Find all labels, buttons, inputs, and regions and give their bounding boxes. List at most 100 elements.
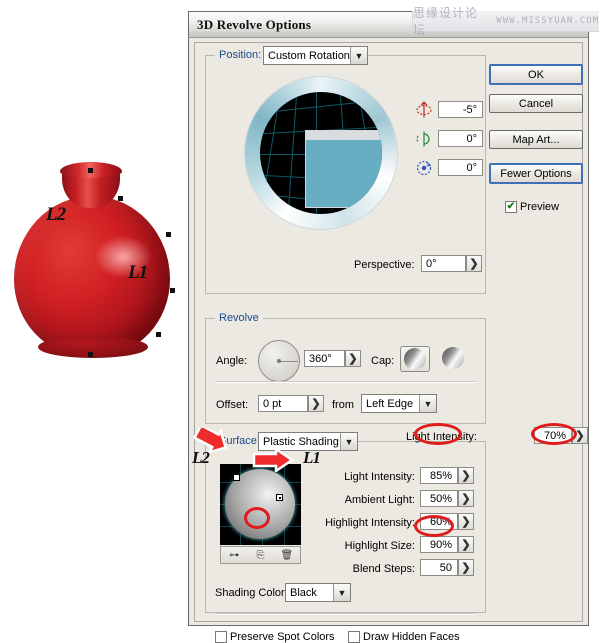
blend-steps-spinner[interactable]: ❯ <box>458 559 474 576</box>
chevron-right-icon: ❯ <box>461 493 471 505</box>
light-intensity-spinner-left[interactable]: ❯ <box>458 467 474 484</box>
perspective-spinner[interactable]: ❯ <box>466 255 482 272</box>
checkbox-box[interactable]: ✔ <box>505 201 517 213</box>
draw-hidden-faces-checkbox[interactable]: Draw Hidden Faces <box>348 631 460 643</box>
highlight-size-label: Highlight Size: <box>344 540 415 552</box>
angle-dial[interactable] <box>258 340 300 382</box>
rotate-z-axis-icon <box>416 160 432 176</box>
chevron-right-icon: ❯ <box>461 470 471 482</box>
revolve-group-title: Revolve <box>215 312 263 324</box>
chevron-right-icon: ❯ <box>461 539 471 551</box>
ambient-light-spinner[interactable]: ❯ <box>458 490 474 507</box>
light-intensity-value-right: 70% <box>543 429 566 442</box>
cancel-button[interactable]: Cancel <box>489 94 583 113</box>
position-preview-face <box>305 130 382 208</box>
preview-checkbox[interactable]: ✔ Preview <box>505 201 559 213</box>
chevron-right-icon: ❯ <box>311 398 321 410</box>
position-group-title: Position: <box>215 49 266 61</box>
dialog-inner-frame: Position: Custom Rotation ▼ -5° 0° 0° Pe… <box>194 42 583 643</box>
map-art-button[interactable]: Map Art... <box>489 130 583 149</box>
chevron-down-icon[interactable]: ▼ <box>350 47 367 64</box>
perspective-value: 0° <box>426 257 437 270</box>
artwork-label-l1: L1 <box>128 262 148 283</box>
angle-label: Angle: <box>216 355 248 367</box>
light-intensity-label-left: Light Intensity: <box>344 471 415 483</box>
offset-value: 0 pt <box>263 397 282 410</box>
rotate-y-value: 0° <box>466 132 477 145</box>
light-handle-l2[interactable] <box>233 474 240 481</box>
rotate-x-axis-icon <box>416 101 432 118</box>
chevron-down-icon[interactable]: ▼ <box>333 584 350 601</box>
draw-hidden-faces-label: Draw Hidden Faces <box>363 631 460 643</box>
light-sphere-preview[interactable] <box>220 464 301 545</box>
chevron-right-icon: ❯ <box>348 353 358 365</box>
artwork-preview-area: L2 L1 <box>0 0 186 640</box>
move-light-to-back-icon[interactable]: ⊶ <box>225 548 243 562</box>
blend-steps-value: 50 <box>439 561 452 574</box>
cancel-button-label: Cancel <box>518 97 554 110</box>
highlight-intensity-spinner[interactable]: ❯ <box>458 513 474 530</box>
highlight-size-value: 90% <box>429 538 452 551</box>
position-preview-widget[interactable] <box>245 77 397 229</box>
surface-group-title: Surface: <box>215 435 264 447</box>
highlight-intensity-label: Highlight Intensity: <box>325 517 415 529</box>
light-handle-l1[interactable] <box>276 494 283 501</box>
offset-from-dropdown[interactable]: Left Edge ▼ <box>361 394 437 413</box>
path-anchor-point <box>88 168 93 173</box>
position-preset-dropdown[interactable]: Custom Rotation ▼ <box>263 46 368 65</box>
preserve-spot-colors-label: Preserve Spot Colors <box>230 631 335 643</box>
rotate-x-field[interactable]: -5° <box>438 101 483 118</box>
watermark-cn: 思缘设计论坛 <box>413 6 479 37</box>
fewer-options-button[interactable]: Fewer Options <box>489 163 583 184</box>
path-anchor-point <box>156 332 161 337</box>
bottom-divider <box>215 613 475 615</box>
path-anchor-point <box>118 196 123 201</box>
rotate-y-axis-icon <box>416 131 430 147</box>
preserve-spot-colors-checkbox[interactable]: Preserve Spot Colors <box>215 631 335 643</box>
chevron-down-icon[interactable]: ▼ <box>419 395 436 412</box>
rotate-z-field[interactable]: 0° <box>438 159 483 176</box>
light-label-l1: L1 <box>303 448 321 467</box>
offset-label: Offset: <box>216 399 249 411</box>
angle-field[interactable]: 360° <box>304 350 345 367</box>
blend-steps-field[interactable]: 50 <box>420 559 458 576</box>
position-preview-sphere[interactable] <box>260 92 382 214</box>
light-intensity-field-right[interactable]: 70% <box>534 427 572 444</box>
vase-base <box>38 336 148 358</box>
shading-color-dropdown[interactable]: Black ▼ <box>285 583 351 602</box>
rotate-y-field[interactable]: 0° <box>438 130 483 147</box>
angle-dial-center <box>277 359 281 363</box>
angle-spinner[interactable]: ❯ <box>345 350 361 367</box>
ambient-light-label: Ambient Light: <box>344 494 415 506</box>
new-light-icon[interactable]: ⎘ <box>251 548 269 562</box>
dialog-body: Position: Custom Rotation ▼ -5° 0° 0° Pe… <box>189 38 588 643</box>
highlight-intensity-field[interactable]: 60% <box>420 513 458 530</box>
light-intensity-spinner-right[interactable]: ❯ <box>572 427 588 444</box>
ok-button[interactable]: OK <box>489 64 583 85</box>
watermark: 思缘设计论坛 WWW.MISSYUAN.COM <box>412 6 599 37</box>
revolve-options-dialog: 3D Revolve Options Position: Custom Rota… <box>188 11 589 643</box>
cap-off-icon[interactable] <box>442 347 464 369</box>
position-preset-value: Custom Rotation <box>268 49 350 62</box>
chevron-right-icon: ❯ <box>461 516 471 528</box>
checkbox-box[interactable] <box>348 631 360 643</box>
highlight-size-field[interactable]: 90% <box>420 536 458 553</box>
chevron-right-icon: ❯ <box>575 430 585 442</box>
chevron-down-icon[interactable]: ▼ <box>340 433 357 450</box>
highlight-size-spinner[interactable]: ❯ <box>458 536 474 553</box>
light-intensity-field-left[interactable]: 85% <box>420 467 458 484</box>
revolve-divider <box>216 381 476 383</box>
path-anchor-point <box>170 288 175 293</box>
chevron-right-icon: ❯ <box>469 258 479 270</box>
perspective-field[interactable]: 0° <box>421 255 466 272</box>
offset-spinner[interactable]: ❯ <box>308 395 324 412</box>
offset-field[interactable]: 0 pt <box>258 395 308 412</box>
delete-light-icon[interactable]: 🗑 <box>278 548 296 562</box>
ambient-light-field[interactable]: 50% <box>420 490 458 507</box>
dialog-title: 3D Revolve Options <box>197 16 312 32</box>
rotate-x-value: -5° <box>462 103 477 116</box>
cap-on-button[interactable] <box>400 346 430 372</box>
revolve-group: Revolve Angle: 360° ❯ Cap: Offset: 0 pt … <box>205 312 486 424</box>
checkbox-box[interactable] <box>215 631 227 643</box>
angle-dial-needle <box>279 360 298 362</box>
